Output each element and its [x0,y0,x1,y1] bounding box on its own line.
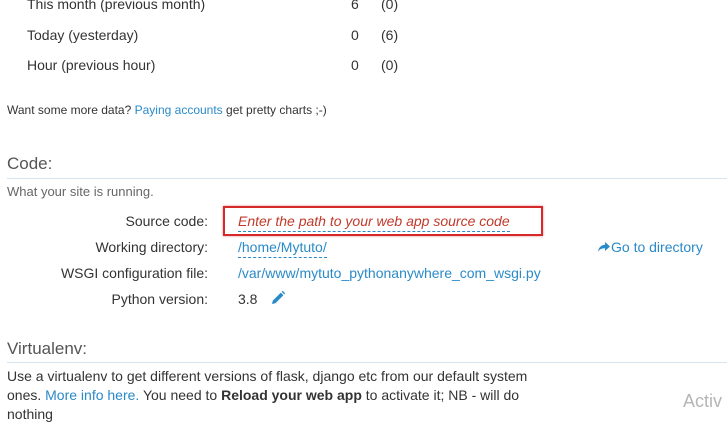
more-data-prefix: Want some more data? [7,103,132,117]
virtualenv-line-1: Use a virtualenv to get different versio… [7,368,528,384]
stat-prev-hour: (0) [381,57,399,73]
code-section-subtitle: What your site is running. [7,184,154,199]
source-code-placeholder[interactable]: Enter the path to your web app source co… [238,213,510,232]
virtualenv-description: Use a virtualenv to get different versio… [7,367,567,424]
go-to-directory-label[interactable]: Go to directory [611,239,703,255]
stat-value-today: 0 [351,27,359,43]
virtualenv-line-2-b: You need to [142,387,218,403]
more-data-text: Want some more data? Paying accounts get… [7,103,327,117]
activate-windows-watermark: Activ [683,391,723,411]
source-code-label: Source code: [125,213,209,229]
more-data-suffix: get pretty charts ;-) [226,103,327,117]
source-code-input[interactable]: Enter the path to your web app source co… [238,213,510,232]
reload-web-app-text: Reload your web app [221,387,362,403]
pencil-icon [270,290,286,311]
working-directory-value[interactable]: /home/Mytuto/ [238,239,327,258]
code-section-divider [7,178,727,179]
working-directory-path[interactable]: /home/Mytuto/ [238,239,327,258]
python-version-label: Python version: [111,291,209,307]
stat-label-month: This month (previous month) [27,0,206,12]
paying-accounts-link[interactable]: Paying accounts [135,103,223,117]
python-version-value: 3.8 [238,291,258,307]
virtualenv-section-title: Virtualenv: [7,339,88,358]
go-to-directory-link[interactable]: Go to directory [597,239,703,256]
wsgi-config-label: WSGI configuration file: [60,265,208,281]
wsgi-config-link[interactable]: /var/www/mytuto_pythonanywhere_com_wsgi.… [238,265,541,281]
stat-prev-today: (6) [381,27,399,43]
virtualenv-line-2: ones. More info here. You need to Reload… [7,386,567,424]
stat-label-today: Today (yesterday) [27,27,139,43]
stat-value-month: 6 [351,0,359,12]
edit-python-version-button[interactable] [270,290,286,311]
share-arrow-icon [597,240,611,256]
stat-value-hour: 0 [351,57,359,73]
stat-label-hour: Hour (previous hour) [27,57,156,73]
code-section-title: Code: [7,154,53,173]
working-directory-label: Working directory: [95,239,208,255]
stat-prev-month: (0) [381,0,399,12]
more-info-link[interactable]: More info here. [45,387,139,403]
virtualenv-section-divider [7,362,727,363]
virtualenv-line-2-a: ones. [7,387,42,403]
